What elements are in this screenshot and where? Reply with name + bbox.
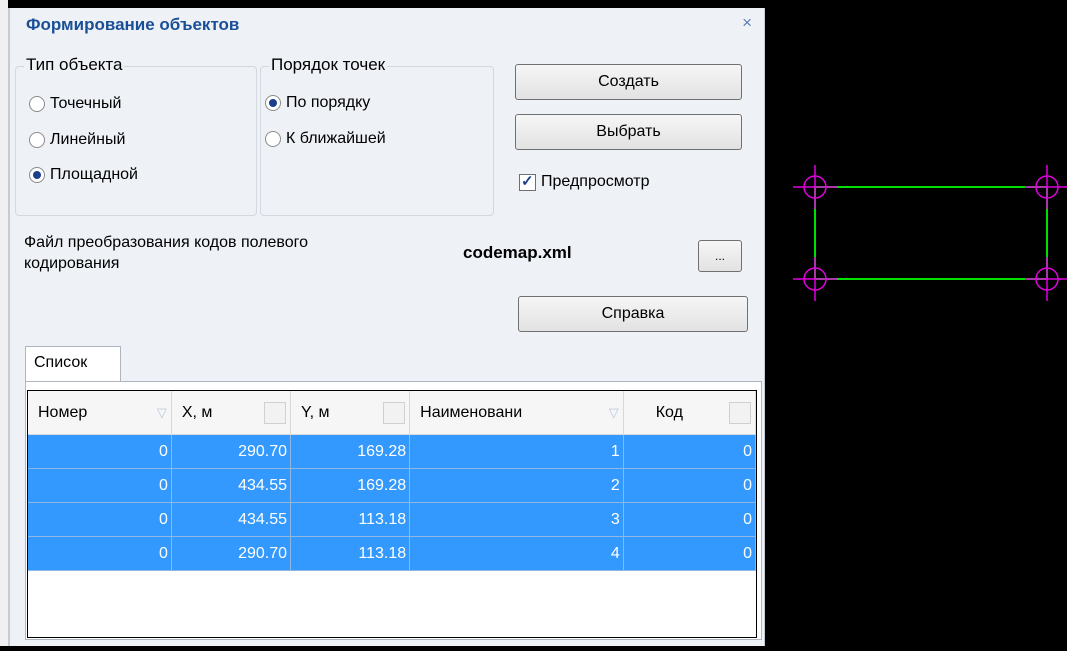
object-formation-dialog: Формирование объектов × Тип объекта Точе…	[8, 8, 765, 646]
browse-button[interactable]: ...	[698, 240, 742, 272]
sort-arrow-icon[interactable]: ▽	[609, 405, 619, 421]
column-label: X, м	[181, 403, 213, 421]
filter-icon[interactable]	[383, 401, 406, 424]
dialog-title: Формирование объектов	[26, 15, 240, 34]
filter-icon[interactable]	[264, 401, 287, 424]
preview-checkbox[interactable]: Предпросмотр	[519, 172, 650, 191]
cell-code: 0	[623, 502, 757, 537]
column-code[interactable]: Код	[623, 391, 757, 435]
codemap-label-line2: кодирования	[24, 255, 120, 272]
point-order-group: Порядок точек По порядку К ближайшей	[260, 55, 494, 216]
help-button[interactable]: Справка	[518, 296, 748, 332]
column-x[interactable]: X, м	[171, 391, 292, 435]
radio-selected-icon	[29, 167, 45, 183]
point-marker	[793, 165, 837, 209]
cell-y: 169.28	[290, 468, 411, 503]
radio-icon	[265, 131, 281, 147]
codemap-label-line1: Файл преобразования кодов полевого	[24, 234, 309, 251]
cell-code: 0	[623, 536, 757, 571]
cell-x: 290.70	[171, 536, 292, 571]
filter-icon[interactable]	[729, 401, 751, 424]
cell-x: 290.70	[171, 434, 292, 469]
column-label: Код	[655, 403, 683, 421]
point-marker	[793, 257, 837, 301]
checkbox-checked-icon	[519, 172, 536, 191]
radio-icon	[29, 132, 45, 148]
radio-linear[interactable]: Линейный	[29, 131, 125, 149]
cell-x: 434.55	[171, 468, 292, 503]
column-label: Номер	[38, 403, 88, 421]
point-order-legend: Порядок точек	[269, 55, 388, 75]
radio-nearest[interactable]: К ближайшей	[265, 130, 386, 148]
radio-in-order[interactable]: По порядку	[265, 94, 370, 112]
table-row[interactable]: 0 290.70 113.18 4 0	[28, 536, 757, 571]
cell-name: 3	[409, 502, 624, 537]
cell-y: 169.28	[290, 434, 411, 469]
cell-y: 113.18	[290, 502, 411, 537]
cell-name: 4	[409, 536, 624, 571]
create-button[interactable]: Создать	[515, 64, 742, 100]
cell-number: 0	[28, 502, 172, 537]
radio-point[interactable]: Точечный	[29, 95, 121, 113]
close-icon[interactable]: ×	[742, 13, 752, 33]
object-type-legend: Тип объекта	[24, 55, 125, 75]
cell-code: 0	[623, 434, 757, 469]
cell-number: 0	[28, 434, 172, 469]
cell-name: 1	[409, 434, 624, 469]
cad-viewport[interactable]	[765, 0, 1067, 646]
window-edge	[0, 0, 8, 646]
tab-list[interactable]: Список	[25, 346, 121, 382]
cell-code: 0	[623, 468, 757, 503]
table-row[interactable]: 0 434.55 113.18 3 0	[28, 502, 757, 537]
column-label: Наименовани	[420, 403, 523, 421]
radio-selected-icon	[265, 95, 281, 111]
radio-area[interactable]: Площадной	[29, 166, 138, 184]
radio-label: Линейный	[50, 131, 126, 148]
sort-arrow-icon[interactable]: ▽	[157, 405, 167, 421]
column-y[interactable]: Y, м	[290, 391, 411, 435]
select-button[interactable]: Выбрать	[515, 114, 742, 150]
preview-drawing	[793, 165, 1067, 301]
radio-icon	[29, 96, 45, 112]
cell-number: 0	[28, 468, 172, 503]
cell-number: 0	[28, 536, 172, 571]
radio-label: По порядку	[286, 94, 371, 111]
table-header-row: Номер ▽ X, м Y, м Наименовани ▽ Код	[28, 391, 757, 435]
dialog-titlebar: Формирование объектов ×	[10, 8, 764, 38]
column-number[interactable]: Номер ▽	[28, 391, 172, 435]
codemap-filename: codemap.xml	[463, 243, 572, 262]
area-outline	[814, 186, 1048, 280]
cell-name: 2	[409, 468, 624, 503]
preview-label: Предпросмотр	[541, 173, 650, 190]
column-label: Y, м	[301, 403, 330, 421]
radio-label: К ближайшей	[286, 130, 386, 147]
screen: Формирование объектов × Тип объекта Точе…	[0, 0, 1067, 646]
object-type-group: Тип объекта Точечный Линейный Площадной	[15, 55, 257, 216]
radio-label: Площадной	[50, 166, 138, 183]
column-name[interactable]: Наименовани ▽	[409, 391, 624, 435]
radio-label: Точечный	[50, 95, 122, 112]
table-row[interactable]: 0 290.70 169.28 1 0	[28, 434, 757, 469]
points-table[interactable]: Номер ▽ X, м Y, м Наименовани ▽ Код 0 290.…	[27, 390, 757, 638]
cell-y: 113.18	[290, 536, 411, 571]
cell-x: 434.55	[171, 502, 292, 537]
table-row[interactable]: 0 434.55 169.28 2 0	[28, 468, 757, 503]
